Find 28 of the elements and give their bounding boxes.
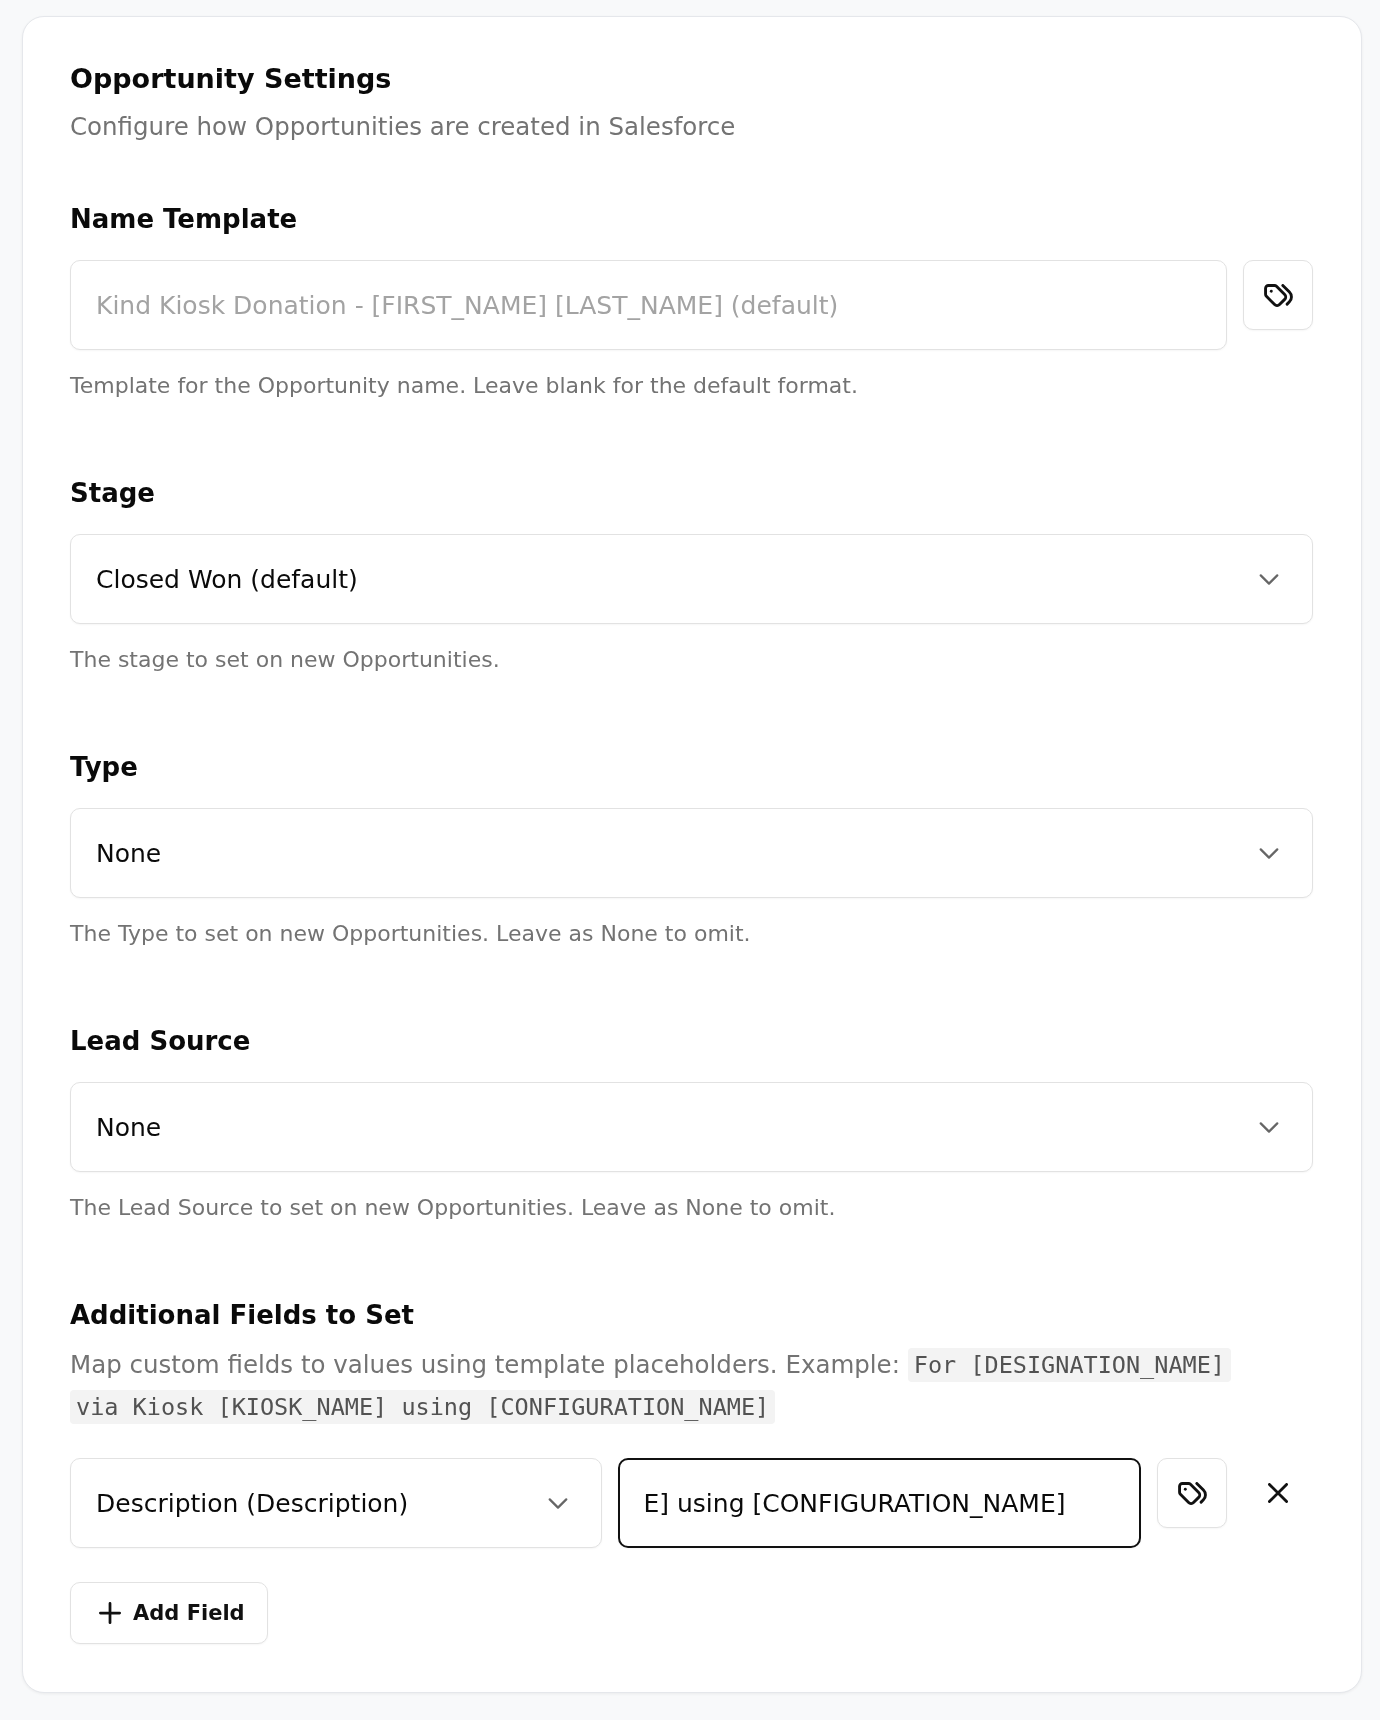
close-icon [1268,1483,1288,1503]
field-label: Type [70,751,139,784]
chevron-down-icon [1259,1121,1279,1133]
dropdown-select[interactable]: None [70,808,1313,898]
tag-button[interactable] [1243,260,1313,330]
tags-icon [1263,283,1293,307]
card-subtitle: Configure how Opportunities are created in Salesforce [70,111,737,143]
add-field-button[interactable]: Add Field [70,1582,268,1644]
card-title: Opportunity Settings [70,63,393,95]
value-field[interactable]: E] using [CONFIGURATION_NAME] [617,1458,1141,1548]
tag-button[interactable] [1157,1458,1227,1528]
help-text: Template for the Opportunity name. Leave blank for the default format. [70,372,859,400]
help-text: The Lead Source to set on new Opportunities. Leave as None to omit. [70,1194,837,1222]
field-label: Stage [70,477,156,510]
field-label: Lead Source [70,1025,252,1058]
tags-icon [1177,1481,1207,1505]
name-template-field[interactable]: Kind Kiosk Donation - [FIRST_NAME] [LAST_NAME] (default) [70,260,1227,350]
plus-icon [99,1602,121,1624]
dropdown-select[interactable]: Closed Won (default) [70,534,1313,624]
chevron-down-icon [547,1497,568,1509]
help-text: The stage to set on new Opportunities. [70,646,501,674]
chevron-down-icon [1259,573,1279,585]
field-label: Additional Fields to Set [70,1299,415,1332]
help-text: The Type to set on new Opportunities. Leave as None to omit. [70,920,752,948]
field-label: Name Template [70,203,299,236]
dropdown-select[interactable]: Description (Description) [70,1458,602,1548]
chevron-down-icon [1259,847,1279,859]
dropdown-select[interactable]: None [70,1082,1313,1172]
